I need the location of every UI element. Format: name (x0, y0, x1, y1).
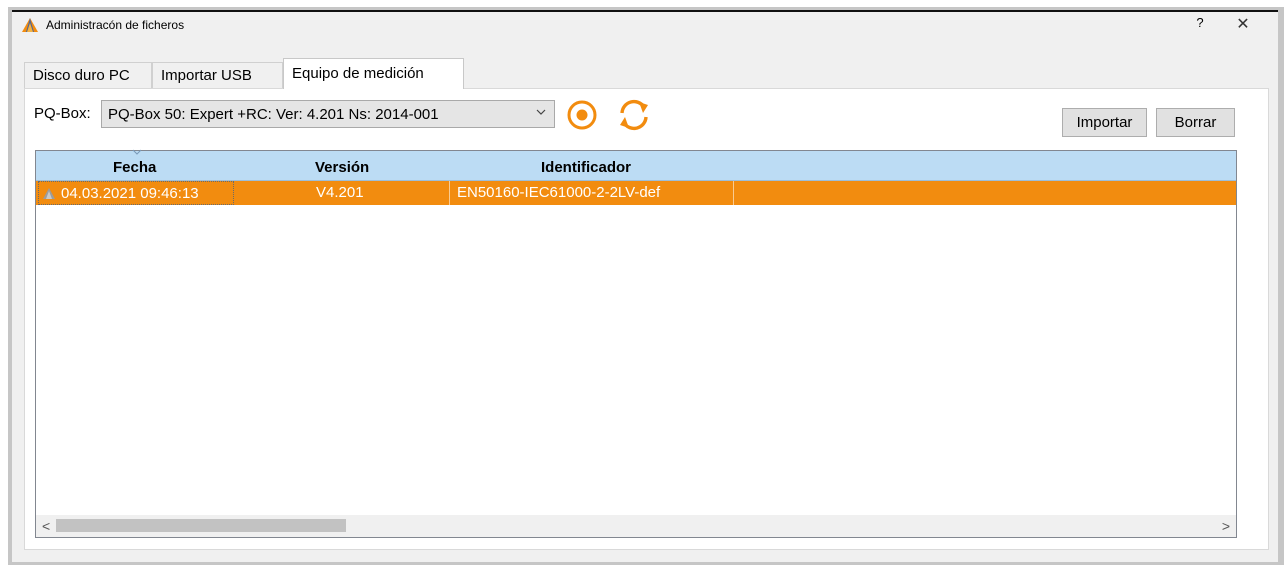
scroll-left-arrow[interactable]: < (42, 518, 50, 534)
tab-panel: PQ-Box: PQ-Box 50: Expert +RC: Ver: 4.20… (24, 88, 1269, 550)
column-header-version[interactable]: Versión (315, 159, 369, 176)
device-select[interactable]: PQ-Box 50: Expert +RC: Ver: 4.201 Ns: 20… (101, 100, 555, 128)
tab-disco-duro-pc[interactable]: Disco duro PC (24, 62, 152, 88)
pq-box-label: PQ-Box: (34, 105, 91, 122)
window-title: Administracón de ficheros (46, 18, 185, 32)
horizontal-scrollbar[interactable]: < > (36, 515, 1236, 537)
file-logo-icon (43, 188, 55, 199)
tab-importar-usb[interactable]: Importar USB (152, 62, 283, 88)
table-row[interactable]: 04.03.2021 09:46:13 V4.201 EN50160-IEC61… (36, 181, 1236, 205)
app-logo-icon (22, 18, 38, 32)
close-button[interactable]: ✕ (1234, 14, 1252, 34)
chevron-down-icon (536, 109, 546, 115)
column-header-fecha[interactable]: Fecha (113, 159, 156, 176)
tab-equipo-de-medicion[interactable]: Equipo de medición (283, 58, 464, 89)
scroll-right-arrow[interactable]: > (1222, 518, 1230, 534)
import-button[interactable]: Importar (1062, 108, 1147, 137)
cell-identifier: EN50160-IEC61000-2-2LV-def (450, 181, 734, 205)
title-bar: Administracón de ficheros ? ✕ (12, 12, 1278, 40)
cell-version: V4.201 (234, 181, 450, 205)
help-button[interactable]: ? (1192, 15, 1208, 30)
delete-button[interactable]: Borrar (1156, 108, 1235, 137)
record-icon[interactable] (566, 99, 598, 131)
cell-identifier-text: EN50160-IEC61000-2-2LV-def (457, 184, 661, 201)
scrollbar-thumb[interactable] (56, 519, 346, 532)
file-manager-window: Administracón de ficheros ? ✕ Disco duro… (12, 10, 1278, 562)
cell-version-text: V4.201 (316, 184, 364, 201)
sort-indicator-icon (132, 149, 142, 155)
cell-date: 04.03.2021 09:46:13 (38, 181, 234, 205)
table-header: Fecha Versión Identificador (36, 149, 1236, 181)
column-header-identificador[interactable]: Identificador (541, 159, 631, 176)
refresh-icon[interactable] (616, 97, 652, 133)
device-select-value: PQ-Box 50: Expert +RC: Ver: 4.201 Ns: 20… (108, 106, 439, 123)
measurement-table: Fecha Versión Identificador 04.03.2021 0… (35, 149, 1237, 538)
cell-date-text: 04.03.2021 09:46:13 (61, 185, 199, 202)
